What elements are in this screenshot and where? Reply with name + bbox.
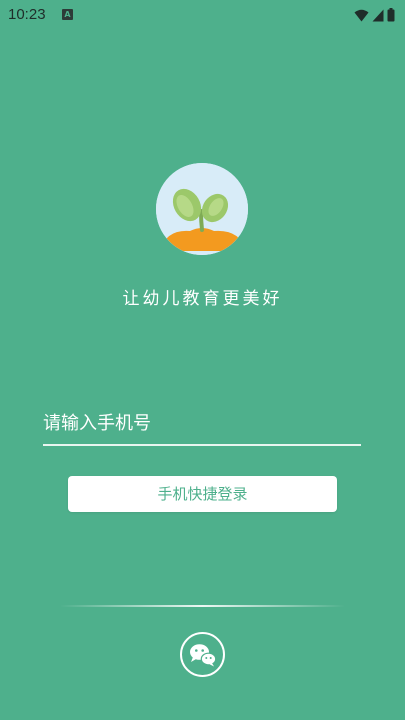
notification-icon: A (62, 9, 73, 20)
wifi-icon (354, 9, 369, 22)
slogan: 让幼儿教育更美好 (122, 289, 283, 309)
phone-number-input[interactable] (43, 405, 361, 441)
battery-icon (387, 8, 395, 22)
wechat-login-button[interactable] (180, 632, 225, 677)
status-time: 10:23 (8, 6, 46, 23)
status-icons (354, 8, 395, 22)
app-logo (156, 163, 248, 255)
input-underline (43, 444, 361, 446)
status-bar: 10:23 A (0, 0, 405, 30)
signal-icon (372, 9, 384, 22)
divider (60, 605, 345, 607)
phone-login-button[interactable]: 手机快捷登录 (68, 476, 337, 512)
